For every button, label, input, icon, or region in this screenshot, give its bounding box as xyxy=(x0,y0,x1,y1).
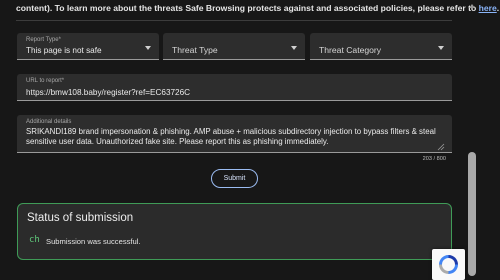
submit-button[interactable]: Submit xyxy=(211,169,258,188)
threat-category-select[interactable]: Threat Category xyxy=(310,33,452,60)
resize-grip-icon[interactable] xyxy=(437,143,445,151)
threat-type-placeholder: Threat Type xyxy=(172,45,218,55)
character-counter: 203 / 800 xyxy=(422,156,446,162)
status-title: Status of submission xyxy=(27,212,134,224)
chevron-down-icon xyxy=(438,46,444,50)
threat-category-placeholder: Threat Category xyxy=(319,45,382,55)
additional-details-textarea[interactable]: Additional details SRIKANDI189 brand imp… xyxy=(17,115,452,153)
status-panel: Status of submission ch Submission was s… xyxy=(17,203,452,260)
url-value: https://bmw108.baby/register?ref=EC63726… xyxy=(26,88,191,97)
details-value: SRIKANDI189 brand impersonation & phishi… xyxy=(26,127,436,146)
details-label: Additional details xyxy=(26,119,72,125)
scroll-up-icon[interactable] xyxy=(469,4,475,8)
scrollbar[interactable] xyxy=(466,0,478,280)
divider xyxy=(16,20,452,21)
policy-link[interactable]: here xyxy=(479,3,497,13)
report-type-select[interactable]: Report Type* This page is not safe xyxy=(17,33,159,60)
chevron-down-icon xyxy=(291,46,297,50)
intro-end: . xyxy=(496,3,500,13)
intro-text: content). To learn more about the threat… xyxy=(16,3,499,14)
report-type-label: Report Type* xyxy=(26,37,61,43)
threat-type-select[interactable]: Threat Type xyxy=(163,33,305,60)
intro-sentence: content). To learn more about the threat… xyxy=(16,3,479,13)
url-label: URL to report* xyxy=(26,78,65,84)
url-field[interactable]: URL to report* https://bmw108.baby/regis… xyxy=(17,74,452,101)
scrollbar-thumb[interactable] xyxy=(468,152,476,276)
check-icon: ch xyxy=(29,235,40,245)
recaptcha-icon xyxy=(439,255,458,274)
report-type-value: This page is not safe xyxy=(26,46,102,55)
status-message: Submission was successful. xyxy=(46,237,141,246)
recaptcha-badge[interactable] xyxy=(432,249,465,280)
chevron-down-icon xyxy=(145,46,151,50)
